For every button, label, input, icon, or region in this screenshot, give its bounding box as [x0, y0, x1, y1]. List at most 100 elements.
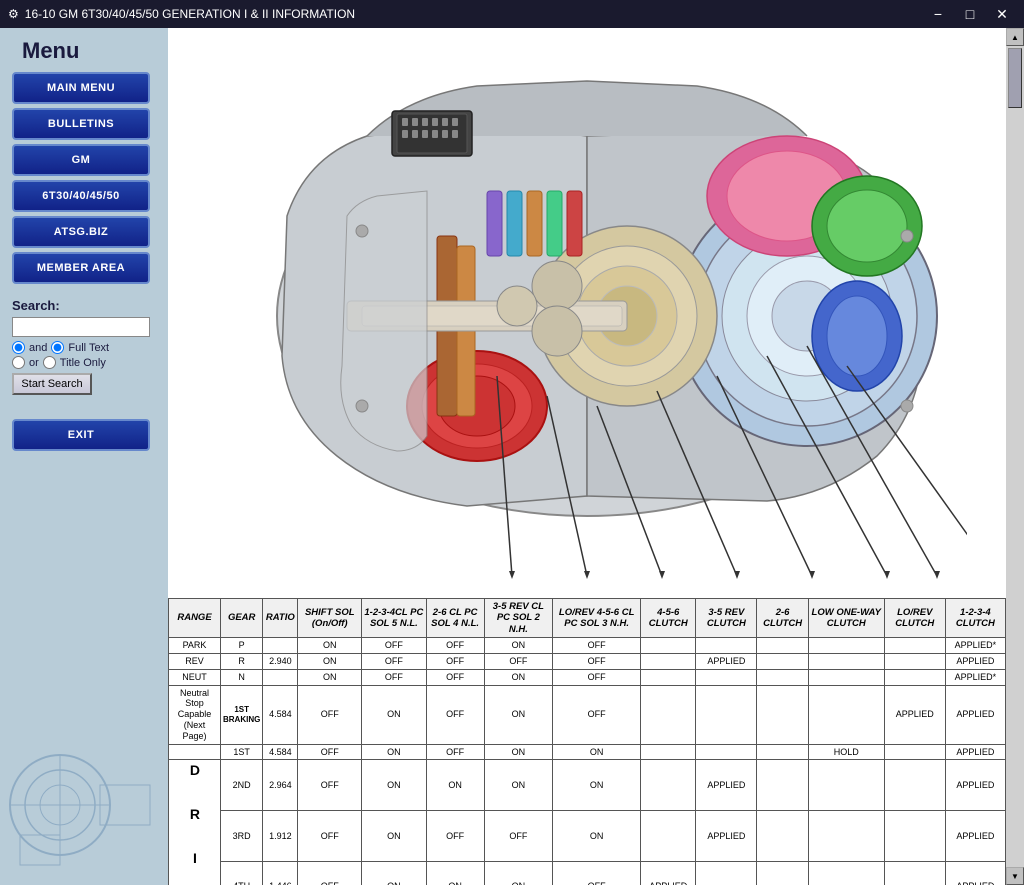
c1234-cell: APPLIED — [945, 685, 1005, 744]
scrollbar[interactable]: ▲ ▼ — [1006, 28, 1024, 885]
6t30-button[interactable]: 6T30/40/45/50 — [12, 180, 150, 212]
header-lorev-clutch: LO/REV CLUTCH — [884, 599, 945, 638]
lorev-cell — [884, 811, 945, 862]
sol3-cell: ON — [553, 811, 641, 862]
c26-cell — [757, 811, 808, 862]
content-area[interactable]: RANGE GEAR RATIO SHIFT SOL (On/Off) 1-2-… — [168, 28, 1006, 885]
gear-cell: 1ST — [221, 744, 263, 760]
header-gear: GEAR — [221, 599, 263, 638]
low1way-cell — [808, 760, 884, 811]
lorev-cell: APPLIED — [884, 685, 945, 744]
header-35rev: 3-5 REV CL PC SOL 2 N.H. — [484, 599, 552, 638]
or-title-only-row: or Title Only — [12, 356, 156, 369]
ratio-cell: 2.940 — [263, 653, 298, 669]
main-menu-button[interactable]: MAIN MENU — [12, 72, 150, 104]
gear-cell: P — [221, 638, 263, 654]
shift-cell: OFF — [298, 685, 362, 744]
clutch-application-table: RANGE GEAR RATIO SHIFT SOL (On/Off) 1-2-… — [168, 598, 1006, 885]
sol2-cell: OFF — [484, 653, 552, 669]
c26-cell — [757, 669, 808, 685]
c35rev-cell — [696, 744, 757, 760]
member-area-button[interactable]: MEMBER AREA — [12, 252, 150, 284]
ratio-cell: 4.584 — [263, 744, 298, 760]
exit-button[interactable]: EXIT — [12, 419, 150, 451]
gear-cell: 1ST BRAKING — [221, 685, 263, 744]
header-low1way: LOW ONE-WAY CLUTCH — [808, 599, 884, 638]
c35rev-cell — [696, 638, 757, 654]
lorev-cell — [884, 653, 945, 669]
header-1234clutch: 1-2-3-4 CLUTCH — [945, 599, 1005, 638]
header-lorev456: LO/REV 4-5-6 CL PC SOL 3 N.H. — [553, 599, 641, 638]
shift-cell: ON — [298, 653, 362, 669]
sol3-cell: OFF — [553, 685, 641, 744]
c26-cell — [757, 653, 808, 669]
sol4-cell: ON — [426, 861, 484, 885]
transmission-image-area — [168, 28, 1006, 598]
low1way-cell — [808, 669, 884, 685]
table-row: 3RD 1.912 OFF ON OFF OFF ON APPLIED APPL… — [169, 811, 1006, 862]
sol5-cell: OFF — [362, 669, 426, 685]
ratio-cell: 1.912 — [263, 811, 298, 862]
c1234-cell: APPLIED* — [945, 669, 1005, 685]
sol4-cell: OFF — [426, 638, 484, 654]
title-only-radio[interactable] — [43, 356, 56, 369]
table-row: 4TH 1.446 OFF ON ON ON OFF APPLIED APPLI… — [169, 861, 1006, 885]
header-35rev-clutch: 3-5 REV CLUTCH — [696, 599, 757, 638]
sol2-cell: ON — [484, 669, 552, 685]
search-section: Search: and Full Text or Title Only Star… — [12, 298, 156, 395]
bulletins-button[interactable]: BULLETINS — [12, 108, 150, 140]
low1way-cell — [808, 861, 884, 885]
lorev-cell — [884, 669, 945, 685]
c26-cell — [757, 861, 808, 885]
ratio-cell: 4.584 — [263, 685, 298, 744]
range-cell: Neutral Stop Capable (Next Page) — [169, 685, 221, 744]
full-text-radio[interactable] — [51, 341, 64, 354]
start-search-button[interactable]: Start Search — [12, 373, 92, 395]
and-radio[interactable] — [12, 341, 25, 354]
scroll-up-button[interactable]: ▲ — [1006, 28, 1024, 46]
sol5-cell: OFF — [362, 638, 426, 654]
range-cell: PARK — [169, 638, 221, 654]
c35rev-cell — [696, 669, 757, 685]
ratio-cell: 1.446 — [263, 861, 298, 885]
sol4-cell: OFF — [426, 744, 484, 760]
header-26clutch: 2-6 CLUTCH — [757, 599, 808, 638]
range-cell: NEUT — [169, 669, 221, 685]
header-range: RANGE — [169, 599, 221, 638]
gear-cell: N — [221, 669, 263, 685]
low1way-cell — [808, 638, 884, 654]
sol4-cell: OFF — [426, 669, 484, 685]
atsg-button[interactable]: ATSG.BIZ — [12, 216, 150, 248]
sol2-cell: ON — [484, 861, 552, 885]
or-radio[interactable] — [12, 356, 25, 369]
c456-cell — [641, 744, 696, 760]
menu-title: Menu — [12, 38, 156, 64]
c26-cell — [757, 744, 808, 760]
sol5-cell: ON — [362, 744, 426, 760]
main-container: Menu MAIN MENU BULLETINS GM 6T30/40/45/5… — [0, 28, 1024, 885]
title-bar-left: ⚙ 16-10 GM 6T30/40/45/50 GENERATION I & … — [8, 7, 355, 21]
c456-cell — [641, 638, 696, 654]
search-label: Search: — [12, 298, 156, 313]
table-row: PARK P ON OFF OFF ON OFF APPLIED* — [169, 638, 1006, 654]
c456-cell — [641, 811, 696, 862]
sol4-cell: OFF — [426, 685, 484, 744]
sol5-cell: OFF — [362, 653, 426, 669]
scroll-thumb[interactable] — [1008, 48, 1022, 108]
search-input[interactable] — [12, 317, 150, 337]
c35rev-cell — [696, 861, 757, 885]
and-full-text-row: and Full Text — [12, 341, 156, 354]
sol4-cell: OFF — [426, 811, 484, 862]
scroll-down-button[interactable]: ▼ — [1006, 867, 1024, 885]
sol5-cell: ON — [362, 760, 426, 811]
c1234-cell: APPLIED — [945, 811, 1005, 862]
sol5-cell: ON — [362, 811, 426, 862]
close-button[interactable]: ✕ — [988, 4, 1016, 24]
lorev-cell — [884, 760, 945, 811]
low1way-cell — [808, 653, 884, 669]
shift-cell: OFF — [298, 861, 362, 885]
restore-button[interactable]: □ — [956, 4, 984, 24]
gm-button[interactable]: GM — [12, 144, 150, 176]
minimize-button[interactable]: − — [924, 4, 952, 24]
shift-cell: OFF — [298, 744, 362, 760]
